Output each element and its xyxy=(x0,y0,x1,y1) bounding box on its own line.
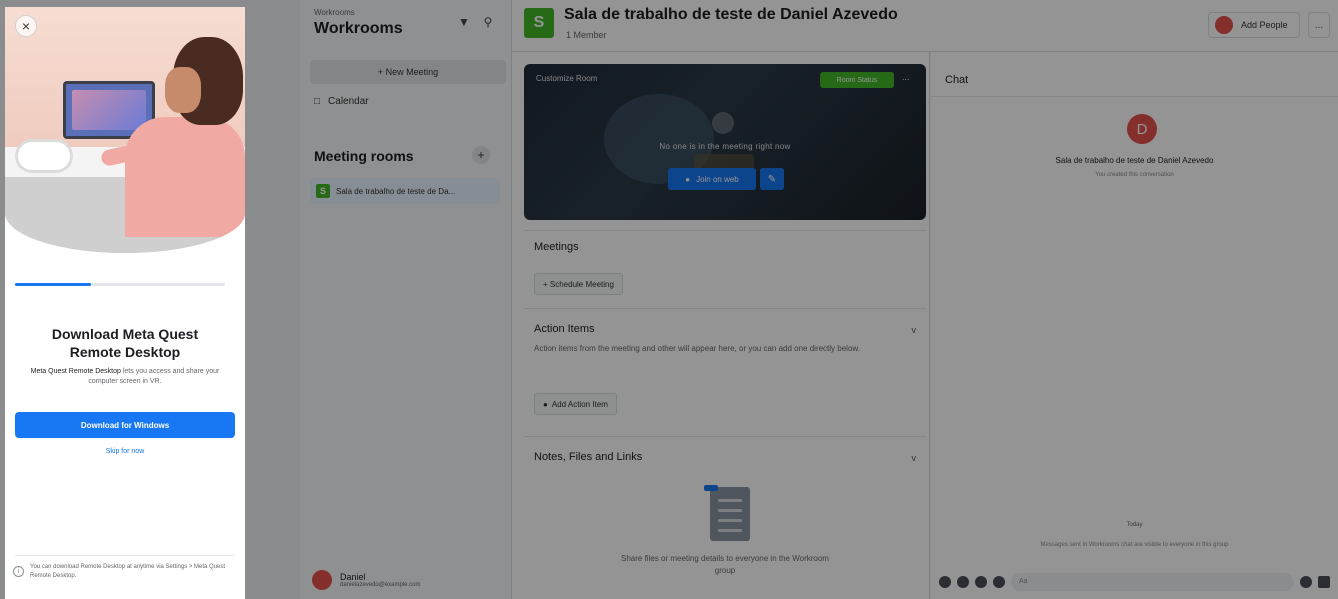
close-button[interactable]: × xyxy=(15,15,37,37)
info-icon: i xyxy=(13,566,24,577)
progress-fill xyxy=(15,283,91,286)
close-icon: × xyxy=(21,18,31,34)
panel-footer: i You can download Remote Desktop at any… xyxy=(13,563,237,581)
panel-title-line-1: Download Meta Quest xyxy=(51,326,199,342)
panel-description: Meta Quest Remote Desktop lets you acces… xyxy=(17,367,233,387)
product-name: Meta Quest Remote Desktop xyxy=(30,368,121,375)
panel-title: Download Meta Quest Remote Desktop xyxy=(5,325,245,361)
onboarding-progress xyxy=(15,283,225,286)
divider xyxy=(15,555,235,556)
vr-headset-illustration xyxy=(15,139,73,173)
hero-illustration xyxy=(5,7,245,253)
download-for-windows-button[interactable]: Download for Windows xyxy=(15,412,235,438)
skip-for-now-link[interactable]: Skip for now xyxy=(5,448,245,455)
panel-title-line-2: Remote Desktop xyxy=(69,344,181,360)
footer-note: You can download Remote Desktop at anyti… xyxy=(30,564,226,579)
download-remote-desktop-panel: × Download Meta Quest Remote Desktop Met… xyxy=(5,7,245,599)
